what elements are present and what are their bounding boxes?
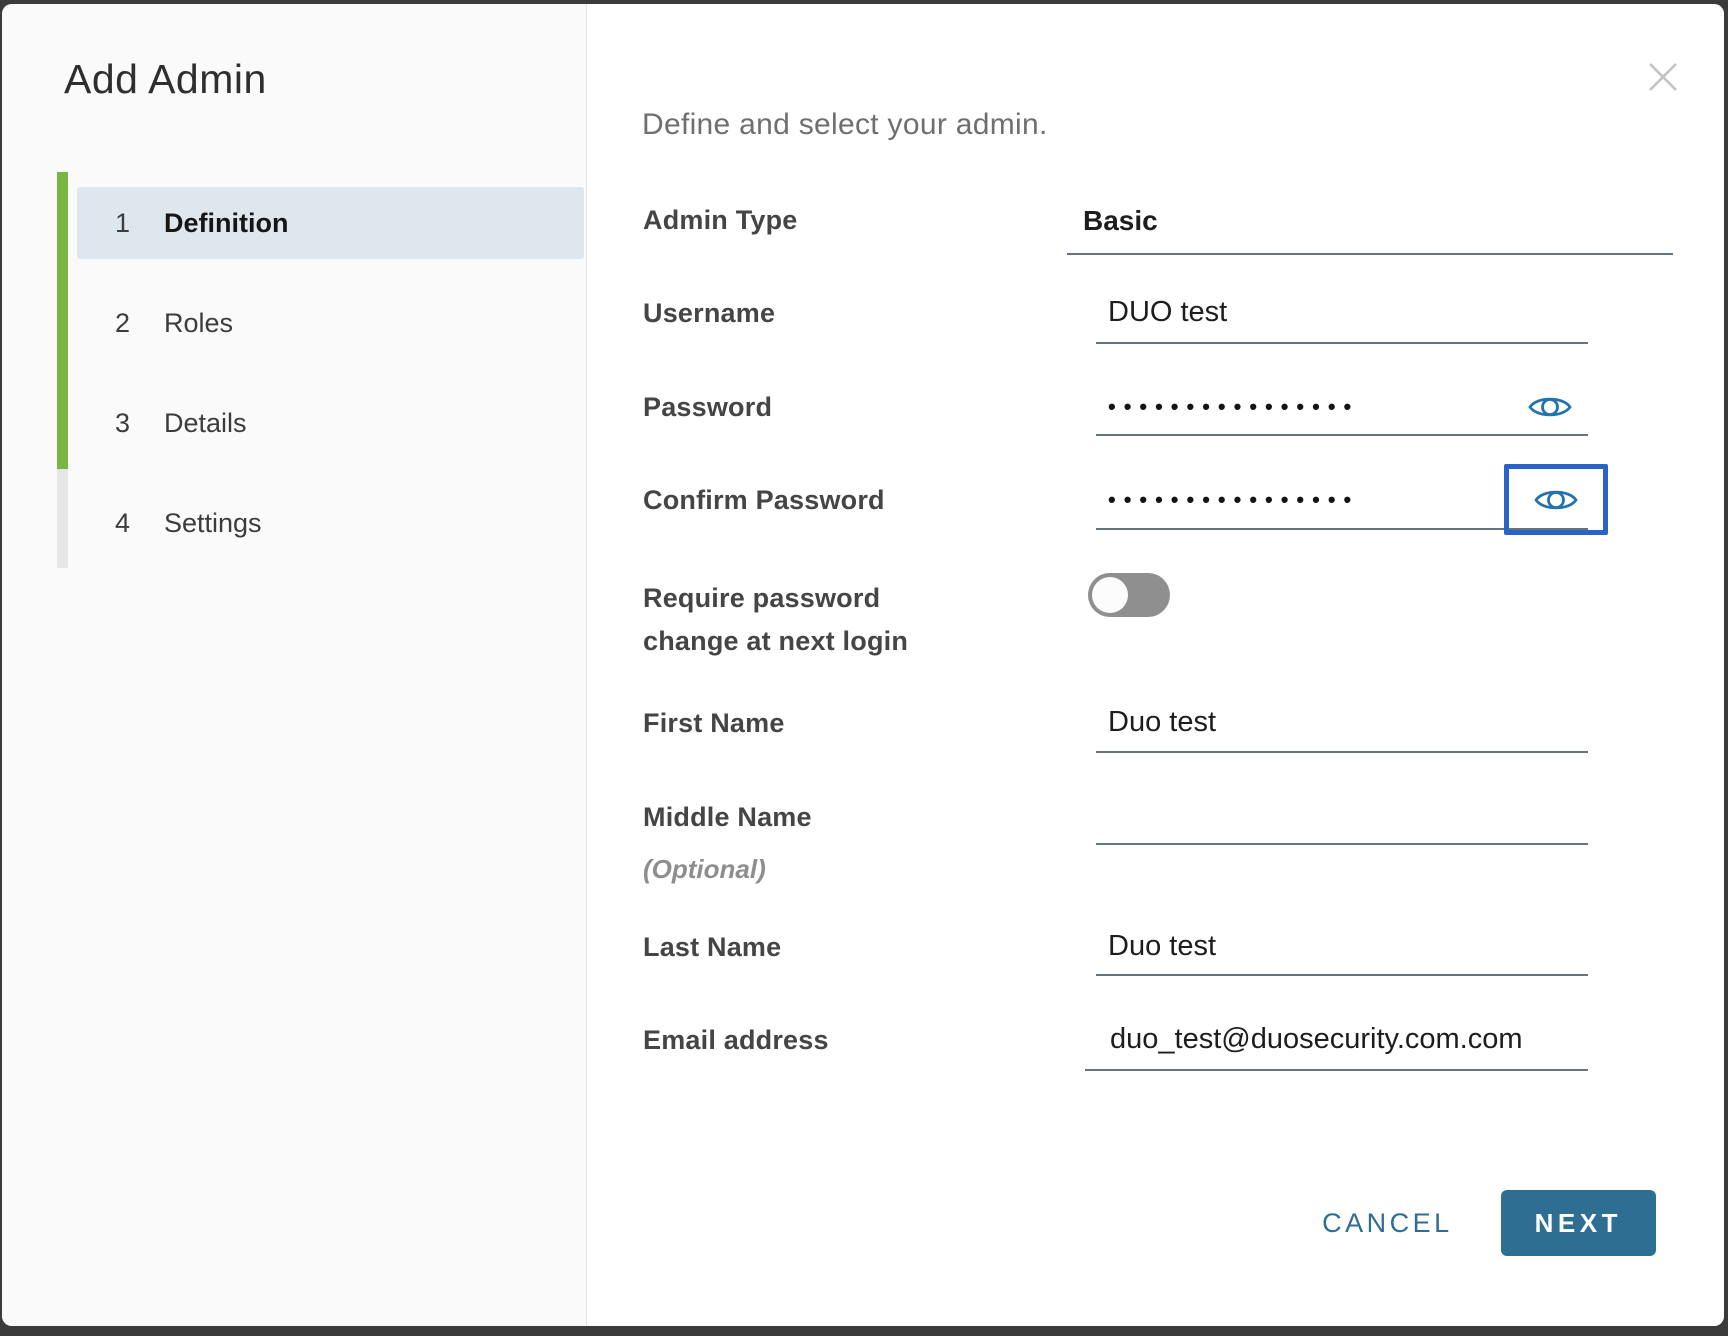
require-password-change-label: Require password change at next login (643, 577, 908, 663)
last-name-underline (1096, 974, 1588, 976)
close-button[interactable] (1647, 61, 1679, 93)
last-name-label: Last Name (643, 930, 781, 964)
show-confirm-password-button[interactable] (1533, 484, 1579, 516)
eye-icon (1527, 411, 1573, 426)
confirm-password-input[interactable]: •••••••••••••••• (1108, 483, 1359, 517)
last-name-input[interactable]: Duo test (1108, 929, 1216, 963)
confirm-password-underline (1096, 528, 1588, 530)
step-label: Details (164, 408, 247, 439)
email-underline (1085, 1069, 1588, 1071)
wizard-step-definition[interactable]: 1 Definition (77, 187, 584, 259)
progress-segment-remaining (57, 469, 68, 568)
show-password-button[interactable] (1527, 391, 1573, 423)
step-label: Settings (164, 508, 262, 539)
close-icon (1647, 81, 1679, 96)
step-number: 3 (115, 408, 164, 439)
step-label: Definition (164, 208, 288, 239)
wizard-step-settings[interactable]: 4 Settings (77, 487, 584, 559)
add-admin-dialog: Add Admin 1 Definition 2 Roles 3 Details… (2, 4, 1724, 1326)
dialog-footer: CANCEL NEXT (1318, 1190, 1656, 1256)
middle-name-optional-note: (Optional) (643, 852, 766, 886)
wizard-step-details[interactable]: 3 Details (77, 387, 584, 459)
progress-segment-complete (57, 172, 68, 469)
step-subtitle: Define and select your admin. (642, 108, 1048, 142)
step-number: 4 (115, 508, 164, 539)
wizard-progress-bar (57, 172, 68, 568)
password-underline (1096, 434, 1588, 436)
step-label: Roles (164, 308, 233, 339)
username-underline (1096, 342, 1588, 344)
first-name-input[interactable]: Duo test (1108, 705, 1216, 739)
username-input[interactable]: DUO test (1108, 295, 1227, 329)
toggle-knob (1092, 577, 1128, 613)
step-number: 1 (115, 208, 164, 239)
confirm-password-label: Confirm Password (643, 483, 885, 517)
email-input[interactable]: duo_test@duosecurity.com.com (1110, 1022, 1523, 1056)
username-label: Username (643, 296, 775, 330)
admin-type-label: Admin Type (643, 203, 798, 237)
password-input[interactable]: •••••••••••••••• (1108, 390, 1359, 424)
email-label: Email address (643, 1023, 829, 1057)
middle-name-underline (1096, 843, 1588, 845)
step-number: 2 (115, 308, 164, 339)
wizard-step-roles[interactable]: 2 Roles (77, 287, 584, 359)
admin-type-value[interactable]: Basic (1083, 204, 1158, 238)
next-button[interactable]: NEXT (1501, 1190, 1656, 1256)
first-name-underline (1096, 751, 1588, 753)
definition-step-panel: Define and select your admin. Admin Type… (587, 4, 1724, 1326)
dialog-title: Add Admin (64, 56, 267, 103)
require-password-change-toggle[interactable] (1088, 573, 1170, 617)
wizard-sidebar: Add Admin 1 Definition 2 Roles 3 Details… (2, 4, 587, 1326)
admin-type-underline (1067, 253, 1673, 255)
middle-name-label: Middle Name (643, 800, 812, 834)
password-label: Password (643, 390, 772, 424)
cancel-button[interactable]: CANCEL (1318, 1208, 1457, 1239)
eye-icon (1533, 504, 1579, 519)
first-name-label: First Name (643, 706, 785, 740)
